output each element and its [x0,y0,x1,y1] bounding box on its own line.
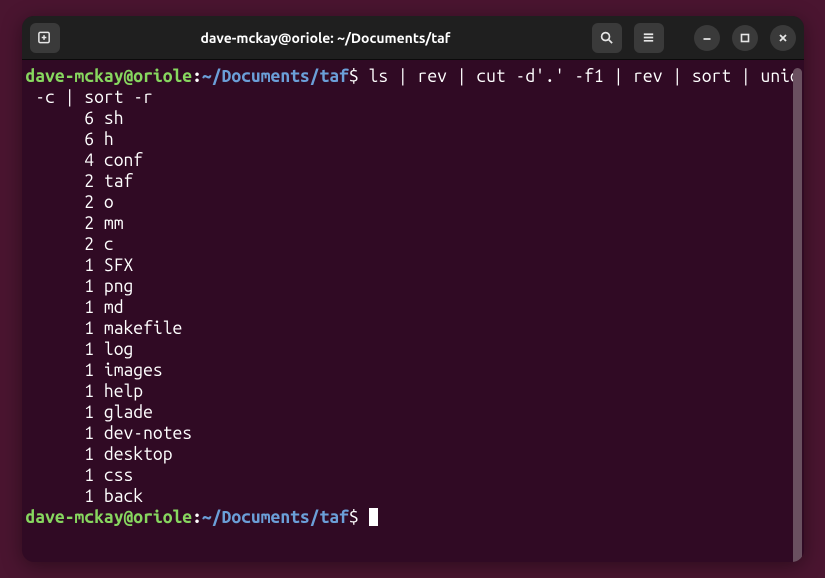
new-tab-button[interactable] [30,23,60,53]
output-line: 1 desktop [26,444,794,465]
output-line: 4 conf [26,150,794,171]
output-line: 2 c [26,234,794,255]
terminal-window: dave-mckay@oriole: ~/Documents/taf [22,16,804,562]
prompt-dollar: $ [349,508,369,527]
prompt-colon: : [192,508,202,527]
output-line: 6 h [26,129,794,150]
command-text-wrap: -c | sort -r [26,88,153,107]
output-line: 1 makefile [26,318,794,339]
output-line: 1 back [26,486,794,507]
titlebar: dave-mckay@oriole: ~/Documents/taf [22,16,804,60]
close-button[interactable] [770,25,796,51]
output-line: 2 o [26,192,794,213]
minimize-button[interactable] [694,25,720,51]
prompt-path: ~/Documents/taf [202,508,349,527]
search-button[interactable] [592,23,622,53]
prompt-line: dave-mckay@oriole:~/Documents/taf$ ls | … [26,66,794,87]
terminal-body[interactable]: dave-mckay@oriole:~/Documents/taf$ ls | … [22,60,804,562]
output-line: 1 png [26,276,794,297]
prompt-user: dave-mckay@oriole [26,67,193,86]
maximize-button[interactable] [732,25,758,51]
output-line: 1 dev-notes [26,423,794,444]
prompt-dollar: $ [349,67,369,86]
output-line: 1 glade [26,402,794,423]
output-line: 2 taf [26,171,794,192]
prompt-user: dave-mckay@oriole [26,508,193,527]
prompt-path: ~/Documents/taf [202,67,349,86]
output-line: 6 sh [26,108,794,129]
output-line: 1 images [26,360,794,381]
output-line: 2 mm [26,213,794,234]
output-line: 1 help [26,381,794,402]
window-title: dave-mckay@oriole: ~/Documents/taf [60,30,592,46]
output-line: 1 md [26,297,794,318]
command-text: ls | rev | cut -d'.' -f1 | rev | sort | … [369,67,800,86]
prompt-line: dave-mckay@oriole:~/Documents/taf$ [26,507,794,528]
command-wrap-line: -c | sort -r [26,87,794,108]
prompt-colon: : [192,67,202,86]
output-line: 1 css [26,465,794,486]
output-line: 1 log [26,339,794,360]
menu-button[interactable] [634,23,664,53]
scrollbar[interactable] [793,68,802,562]
output-line: 1 SFX [26,255,794,276]
output-block: 6 sh 6 h 4 conf 2 taf 2 o 2 mm 2 c 1 SFX… [26,108,794,507]
cursor [369,508,378,526]
